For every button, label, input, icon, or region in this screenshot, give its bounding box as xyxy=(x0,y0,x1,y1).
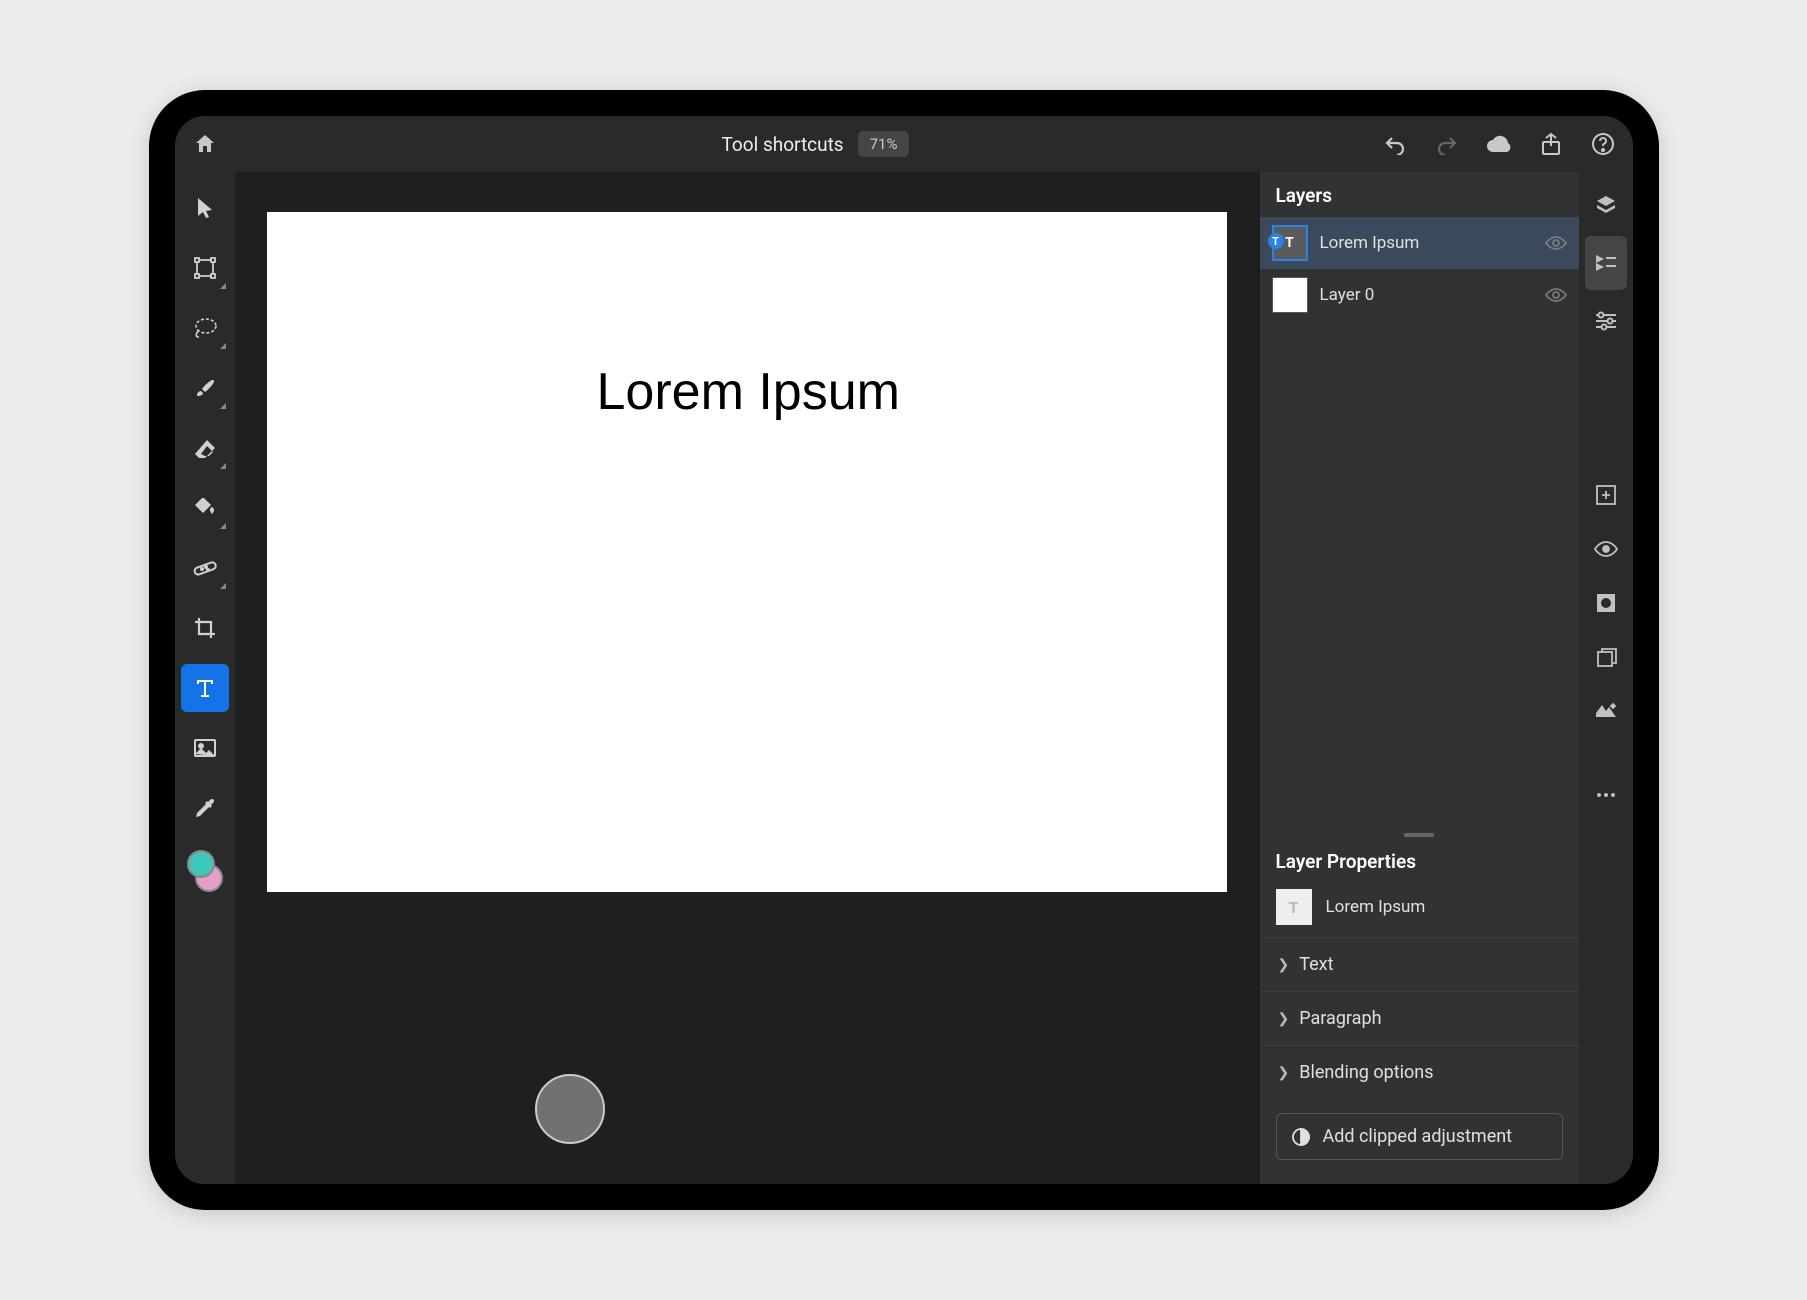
top-bar: Tool shortcuts 71% xyxy=(175,116,1633,172)
help-button[interactable] xyxy=(1589,130,1617,158)
foreground-color-swatch[interactable] xyxy=(187,850,215,878)
app-screen: Tool shortcuts 71% xyxy=(175,116,1633,1184)
more-options-button[interactable] xyxy=(1585,768,1627,822)
chevron-right-icon: ❯ xyxy=(1278,957,1290,973)
color-swatches[interactable] xyxy=(185,850,225,894)
section-text[interactable]: ❯ Text xyxy=(1260,937,1579,991)
eyedropper-tool[interactable] xyxy=(181,784,229,832)
canvas-text-layer[interactable]: Lorem Ipsum xyxy=(597,362,900,422)
eye-icon xyxy=(1545,235,1567,251)
layer-thumbnail xyxy=(1272,277,1308,313)
eyedropper-icon xyxy=(194,797,216,819)
brush-icon xyxy=(193,376,217,400)
plus-square-icon xyxy=(1595,484,1617,506)
place-image-tool[interactable] xyxy=(181,724,229,772)
eraser-tool[interactable] xyxy=(181,424,229,472)
layer-name-label: Layer 0 xyxy=(1320,285,1533,305)
layers-stack-icon xyxy=(1594,193,1618,217)
zoom-level-badge[interactable]: 71% xyxy=(858,131,910,157)
share-button[interactable] xyxy=(1537,130,1565,158)
canvas[interactable]: Lorem Ipsum xyxy=(267,212,1227,892)
share-icon xyxy=(1540,132,1562,156)
mask-icon xyxy=(1595,592,1617,614)
visibility-toggle[interactable] xyxy=(1545,287,1567,303)
lasso-icon xyxy=(192,317,218,339)
visibility-toggle[interactable] xyxy=(1545,235,1567,251)
eye-icon xyxy=(1545,287,1567,303)
properties-layer-header: T Lorem Ipsum xyxy=(1260,883,1579,937)
layer-name-label: Lorem Ipsum xyxy=(1320,233,1533,253)
lasso-tool[interactable] xyxy=(181,304,229,352)
visibility-panel-button[interactable] xyxy=(1585,522,1627,576)
type-badge-icon: T xyxy=(1268,233,1284,249)
type-tool[interactable] xyxy=(181,664,229,712)
image-icon xyxy=(193,738,217,758)
document-title: Tool shortcuts xyxy=(722,133,844,156)
brush-tool[interactable] xyxy=(181,364,229,412)
heal-tool[interactable] xyxy=(181,544,229,592)
clipped-button-label: Add clipped adjustment xyxy=(1323,1126,1513,1147)
transform-tool[interactable] xyxy=(181,244,229,292)
undo-icon xyxy=(1383,133,1407,155)
ellipsis-icon xyxy=(1595,791,1617,799)
main-area: Lorem Ipsum Layers T T Lorem Ipsum xyxy=(175,172,1633,1184)
mask-button[interactable] xyxy=(1585,576,1627,630)
properties-sliders-button[interactable] xyxy=(1585,294,1627,348)
adjustment-icon xyxy=(1291,1127,1311,1147)
move-tool[interactable] xyxy=(181,184,229,232)
chevron-right-icon: ❯ xyxy=(1278,1011,1290,1027)
type-icon xyxy=(194,677,216,699)
right-icon-strip xyxy=(1579,172,1633,1184)
properties-layer-name: Lorem Ipsum xyxy=(1326,897,1426,917)
chevron-right-icon: ❯ xyxy=(1278,1065,1290,1081)
clip-button[interactable] xyxy=(1585,630,1627,684)
layers-detailed-button[interactable] xyxy=(1585,236,1627,290)
panel-resize-handle[interactable] xyxy=(1260,830,1579,840)
section-blending[interactable]: ❯ Blending options xyxy=(1260,1045,1579,1099)
clip-icon xyxy=(1595,646,1617,668)
right-rail: Layers T T Lorem Ipsum xyxy=(1259,172,1633,1184)
bandage-icon xyxy=(192,557,218,579)
cloud-icon xyxy=(1485,134,1513,154)
panels-column: Layers T T Lorem Ipsum xyxy=(1259,172,1579,1184)
fill-tool[interactable] xyxy=(181,484,229,532)
home-icon xyxy=(193,132,217,156)
tablet-frame: Tool shortcuts 71% xyxy=(149,90,1659,1210)
section-paragraph[interactable]: ❯ Paragraph xyxy=(1260,991,1579,1045)
section-label: Text xyxy=(1299,954,1333,975)
eye-icon xyxy=(1594,540,1618,558)
touch-shortcut-puck[interactable] xyxy=(535,1074,605,1144)
eraser-icon xyxy=(193,438,217,458)
undo-button[interactable] xyxy=(1381,130,1409,158)
effects-button[interactable] xyxy=(1585,684,1627,738)
canvas-area[interactable]: Lorem Ipsum xyxy=(235,172,1259,1184)
sliders-icon xyxy=(1594,311,1618,331)
help-icon xyxy=(1591,132,1615,156)
cursor-icon xyxy=(195,196,215,220)
section-label: Blending options xyxy=(1299,1062,1433,1083)
layer-row[interactable]: Layer 0 xyxy=(1260,269,1579,321)
left-toolbar xyxy=(175,172,235,1184)
layers-compact-button[interactable] xyxy=(1585,178,1627,232)
fx-icon xyxy=(1594,701,1618,721)
redo-icon xyxy=(1435,133,1459,155)
cloud-button[interactable] xyxy=(1485,130,1513,158)
layer-row[interactable]: T T Lorem Ipsum xyxy=(1260,217,1579,269)
home-button[interactable] xyxy=(191,130,219,158)
paint-bucket-icon xyxy=(192,496,218,520)
layer-thumbnail: T T xyxy=(1272,225,1308,261)
section-label: Paragraph xyxy=(1299,1008,1381,1029)
add-clipped-adjustment-button[interactable]: Add clipped adjustment xyxy=(1276,1113,1563,1160)
transform-icon xyxy=(193,256,217,280)
layers-list-icon xyxy=(1594,252,1618,274)
layers-panel-title: Layers xyxy=(1260,172,1579,217)
redo-button[interactable] xyxy=(1433,130,1461,158)
crop-icon xyxy=(193,616,217,640)
properties-thumbnail: T xyxy=(1276,889,1312,925)
crop-tool[interactable] xyxy=(181,604,229,652)
properties-panel-title: Layer Properties xyxy=(1260,840,1579,883)
add-layer-button[interactable] xyxy=(1585,468,1627,522)
